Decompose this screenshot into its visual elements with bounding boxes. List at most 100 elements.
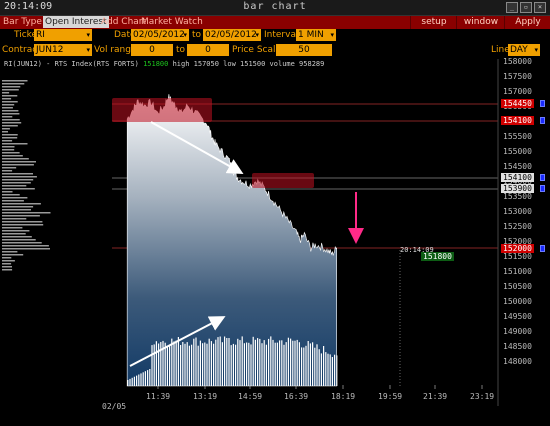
volume-bar [298, 342, 300, 386]
volume-profile-bar [2, 227, 23, 229]
volume-profile-bar [2, 245, 49, 247]
volume-profile-bar [2, 152, 20, 154]
volume-bar [316, 344, 318, 386]
volume-bar [210, 341, 212, 386]
volume-profile-bar [2, 203, 41, 205]
volume-bar [243, 343, 245, 386]
volume-bar [133, 376, 135, 386]
ticker-select[interactable]: RI ▾ [34, 29, 92, 41]
contract-select[interactable]: JUN12 ▾ [34, 44, 92, 56]
volume-bar [272, 339, 274, 386]
volume-bar [323, 346, 325, 386]
volume-bar [147, 370, 149, 386]
line-label: Line [491, 45, 510, 55]
interval-select[interactable]: 1 MIN ▾ [296, 29, 336, 41]
volume-bar [224, 336, 226, 386]
chart-grid [112, 103, 498, 389]
date-to-field[interactable]: 02/05/2012 ▾ [203, 29, 261, 41]
date-from-field[interactable]: 02/05/2012 ▾ [131, 29, 189, 41]
volume-bar [336, 355, 338, 386]
volume-bar [184, 343, 186, 386]
volume-bar [230, 345, 232, 386]
chart-symbol: RI(JUN12) - RTS Index(RTS FORTS) [4, 60, 139, 68]
menu-open-interest[interactable]: Open Interest [43, 16, 109, 28]
apply-button[interactable]: Apply [504, 16, 550, 29]
minimize-icon[interactable]: _ [506, 2, 518, 13]
y-tick-label: 157500 [503, 72, 532, 81]
setup-button[interactable]: setup [410, 16, 457, 29]
marker-icon [540, 185, 545, 192]
volume-bars [127, 336, 338, 386]
volume-bar [204, 342, 206, 386]
volume-bar [221, 342, 223, 386]
y-tick-label: 157000 [503, 87, 532, 96]
volume-profile-bar [2, 104, 15, 106]
volume-profile-bar [2, 251, 18, 253]
volume-profile-bar [2, 236, 32, 238]
close-icon[interactable]: × [534, 2, 546, 13]
y-tick-label: 151500 [503, 252, 532, 261]
volume-bar [193, 338, 195, 386]
volume-profile-bar [2, 218, 27, 220]
volume-profile [2, 80, 51, 271]
volume-text: volume 958289 [269, 60, 325, 68]
volume-profile-bar [2, 254, 24, 256]
trend-arrow-down [150, 121, 244, 174]
y-tick-label: 149000 [503, 327, 532, 336]
marker-icon [540, 117, 545, 124]
title-bar: 20:14:09 bar chart _ ▫ × [0, 0, 550, 16]
volume-profile-bar [2, 128, 10, 130]
menu-add-chart[interactable]: Add Chart [101, 17, 146, 27]
window-button[interactable]: window [456, 16, 505, 29]
y-tick-label: 148500 [503, 342, 532, 351]
volume-bar [197, 345, 199, 386]
volume-bar [202, 343, 204, 386]
volume-profile-bar [2, 173, 33, 175]
volume-bar [241, 336, 243, 386]
volume-bar [294, 340, 296, 386]
volume-profile-bar [2, 263, 12, 265]
y-tick-label: 153000 [503, 207, 532, 216]
x-tick-label: 19:59 [378, 392, 403, 401]
volume-profile-bar [2, 107, 13, 109]
menu-bar: Bar Type Open Interest Add Chart Market … [0, 16, 550, 29]
volume-profile-bar [2, 131, 8, 133]
volume-profile-bar [2, 86, 21, 88]
volume-profile-bar [2, 197, 28, 199]
volume-profile-bar [2, 224, 44, 226]
vol-to-field[interactable]: 0 [187, 44, 229, 56]
volume-bar [191, 344, 193, 386]
line-select[interactable]: DAY ▾ [508, 44, 540, 56]
price-tag-red-bottom: 152000 [501, 244, 534, 253]
volume-bar [127, 380, 129, 386]
high-text: high 157050 [172, 60, 219, 68]
volume-profile-bar [2, 242, 42, 244]
restore-icon[interactable]: ▫ [520, 2, 532, 13]
volume-profile-bar [2, 95, 18, 97]
volume-bar [312, 342, 314, 386]
volume-bar [309, 343, 311, 386]
volume-profile-bar [2, 161, 36, 163]
volume-bar [171, 338, 173, 386]
price-scale-field[interactable]: 50 [276, 44, 332, 56]
volume-bar [283, 344, 285, 386]
chevron-down-icon: ▾ [330, 31, 334, 39]
volume-bar [208, 338, 210, 386]
volume-bar [327, 353, 329, 386]
volume-profile-bar [2, 170, 13, 172]
volume-bar [274, 342, 276, 386]
volume-profile-bar [2, 143, 28, 145]
menu-bar-type[interactable]: Bar Type [3, 17, 42, 27]
volume-bar [334, 354, 336, 386]
vol-from-field[interactable]: 0 [131, 44, 173, 56]
volume-bar [237, 338, 239, 386]
volume-profile-bar [2, 266, 12, 268]
volume-profile-bar [2, 212, 51, 214]
volume-profile-bar [2, 122, 22, 124]
marker-icon [540, 174, 545, 181]
volume-bar [138, 374, 140, 386]
volume-bar [239, 340, 241, 386]
marker-icon [540, 100, 545, 107]
volume-profile-bar [2, 230, 30, 232]
menu-market-watch[interactable]: Market Watch [141, 17, 203, 27]
